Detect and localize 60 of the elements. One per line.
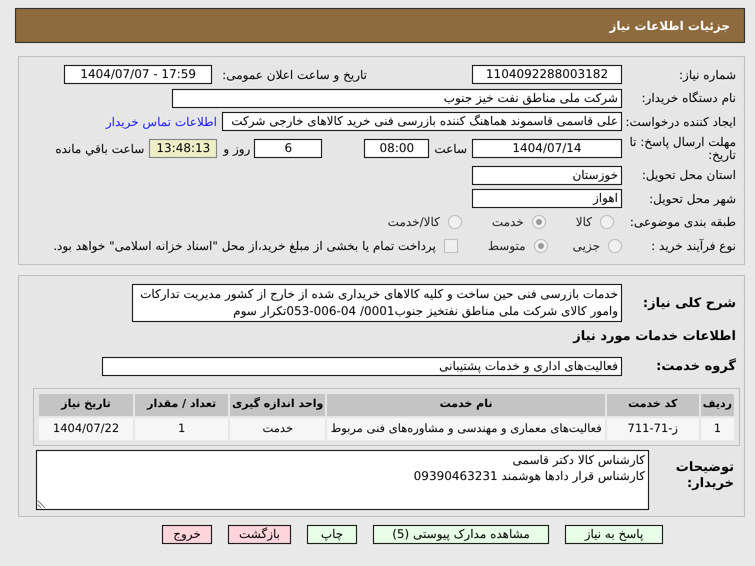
field-label: مهلت ارسال پاسخ: تا تاریخ:	[628, 136, 737, 162]
radio-button[interactable]	[448, 215, 462, 230]
remaining-time-field[interactable]: 13:48:13	[149, 139, 218, 158]
field-label: تاریخ و ساعت اعلان عمومی:	[222, 66, 367, 84]
field-label: روز و	[223, 140, 250, 158]
section-heading: اطلاعات خدمات مورد نیاز	[573, 328, 737, 346]
field-label: توضیحات خریدار:	[674, 458, 735, 492]
column-header: تعداد / مقدار	[135, 394, 228, 416]
radio-button[interactable]	[600, 215, 614, 230]
option-label: خدمت	[492, 214, 524, 232]
radio-button[interactable]	[534, 238, 548, 253]
field-label: گروه خدمت:	[655, 357, 737, 376]
field-label: طبقه بندی موضوعی:	[628, 214, 737, 232]
table-cell: 1404/07/22	[39, 418, 134, 440]
table-cell: 1	[135, 418, 228, 440]
option-label: کالا	[576, 214, 592, 232]
field-label: شهر محل تحویل:	[648, 190, 737, 208]
action-button[interactable]: پاسخ به نیاز	[565, 524, 663, 544]
column-header: کد خدمت	[606, 394, 699, 416]
option-label: متوسط	[488, 238, 526, 255]
page-title: جزئیات اطلاعات نیاز	[609, 18, 730, 34]
table-cell: 1	[700, 418, 734, 440]
province-field[interactable]: خوزستان	[472, 166, 622, 185]
option-label: جزیی	[572, 238, 600, 255]
requester-field[interactable]: علی قاسمی قاسموند هماهنگ کننده بازرسی فنی خرید کالاهای خارجی شرکت	[222, 112, 622, 132]
buyer-name-field[interactable]: شرکت ملی مناطق نفت خیز جنوب	[172, 88, 622, 108]
action-button[interactable]: خروج	[162, 524, 212, 544]
action-button[interactable]: چاپ	[307, 524, 357, 544]
service-group-field[interactable]: فعالیت‌های اداری و خدمات پشتیبانی	[102, 357, 622, 376]
deadline-time-field[interactable]: 08:00	[364, 139, 430, 158]
field-label: ساعت باقي مانده	[55, 140, 144, 158]
deadline-date-field[interactable]: 1404/07/14	[472, 139, 622, 158]
radio-button[interactable]	[608, 238, 622, 253]
column-header: نام خدمت	[327, 394, 605, 416]
payment-note: پرداخت تمام یا بخشی از مبلغ خرید،از محل "اسناد خزانه اسلامی" خواهد بود.	[53, 238, 436, 255]
city-field[interactable]: اهواز	[472, 189, 622, 208]
column-header: تاریخ نیاز	[39, 394, 134, 416]
days-field[interactable]: 6	[254, 139, 322, 158]
field-label: ساعت	[434, 140, 467, 158]
field-label: نام دستگاه خریدار:	[640, 90, 737, 108]
contact-link[interactable]: اطلاعات تماس خریدار	[106, 112, 217, 131]
summary-field[interactable]: خدمات بازرسی فنی حین ساخت و کلیه کالاهای خریداری شده از خارج از کشور مدیریت تدارکات وامور کالای شرکت ملی مناطق نفتخیز جنوب0001/ 04-006-053تکرار سوم	[132, 284, 622, 322]
column-header: واحد اندازه گیری	[230, 394, 326, 416]
table-cell: خدمت	[230, 418, 326, 440]
field-label: نوع فرآیند خرید :	[650, 238, 737, 255]
notes-field[interactable]: کارشناس کالا دکتر قاسمی کارشناس قرار دادها هوشمند 09390463231	[36, 450, 649, 510]
field-label: شرح کلی نیاز:	[642, 294, 737, 312]
table-cell: ز-71-711	[606, 418, 699, 440]
field-label: استان محل تحویل:	[640, 167, 737, 184]
field-label: ایجاد کننده درخواست:	[624, 114, 737, 131]
need-number-field[interactable]: 1104092288003182	[472, 65, 622, 84]
action-button[interactable]: مشاهده مدارک پیوستی (5)	[373, 524, 549, 544]
option-label: کالا/خدمت	[388, 214, 440, 232]
table-cell: فعالیت‌های معماری و مهندسی و مشاوره‌های فنی مربوط	[327, 418, 605, 440]
field-label: شماره نیاز:	[678, 66, 737, 84]
radio-button[interactable]	[532, 215, 546, 230]
action-button[interactable]: بازگشت	[228, 524, 291, 544]
column-header: ردیف	[700, 394, 734, 416]
checkbox[interactable]	[444, 238, 458, 253]
announce-date-field[interactable]: 1404/07/07 - 17:59	[64, 65, 212, 84]
